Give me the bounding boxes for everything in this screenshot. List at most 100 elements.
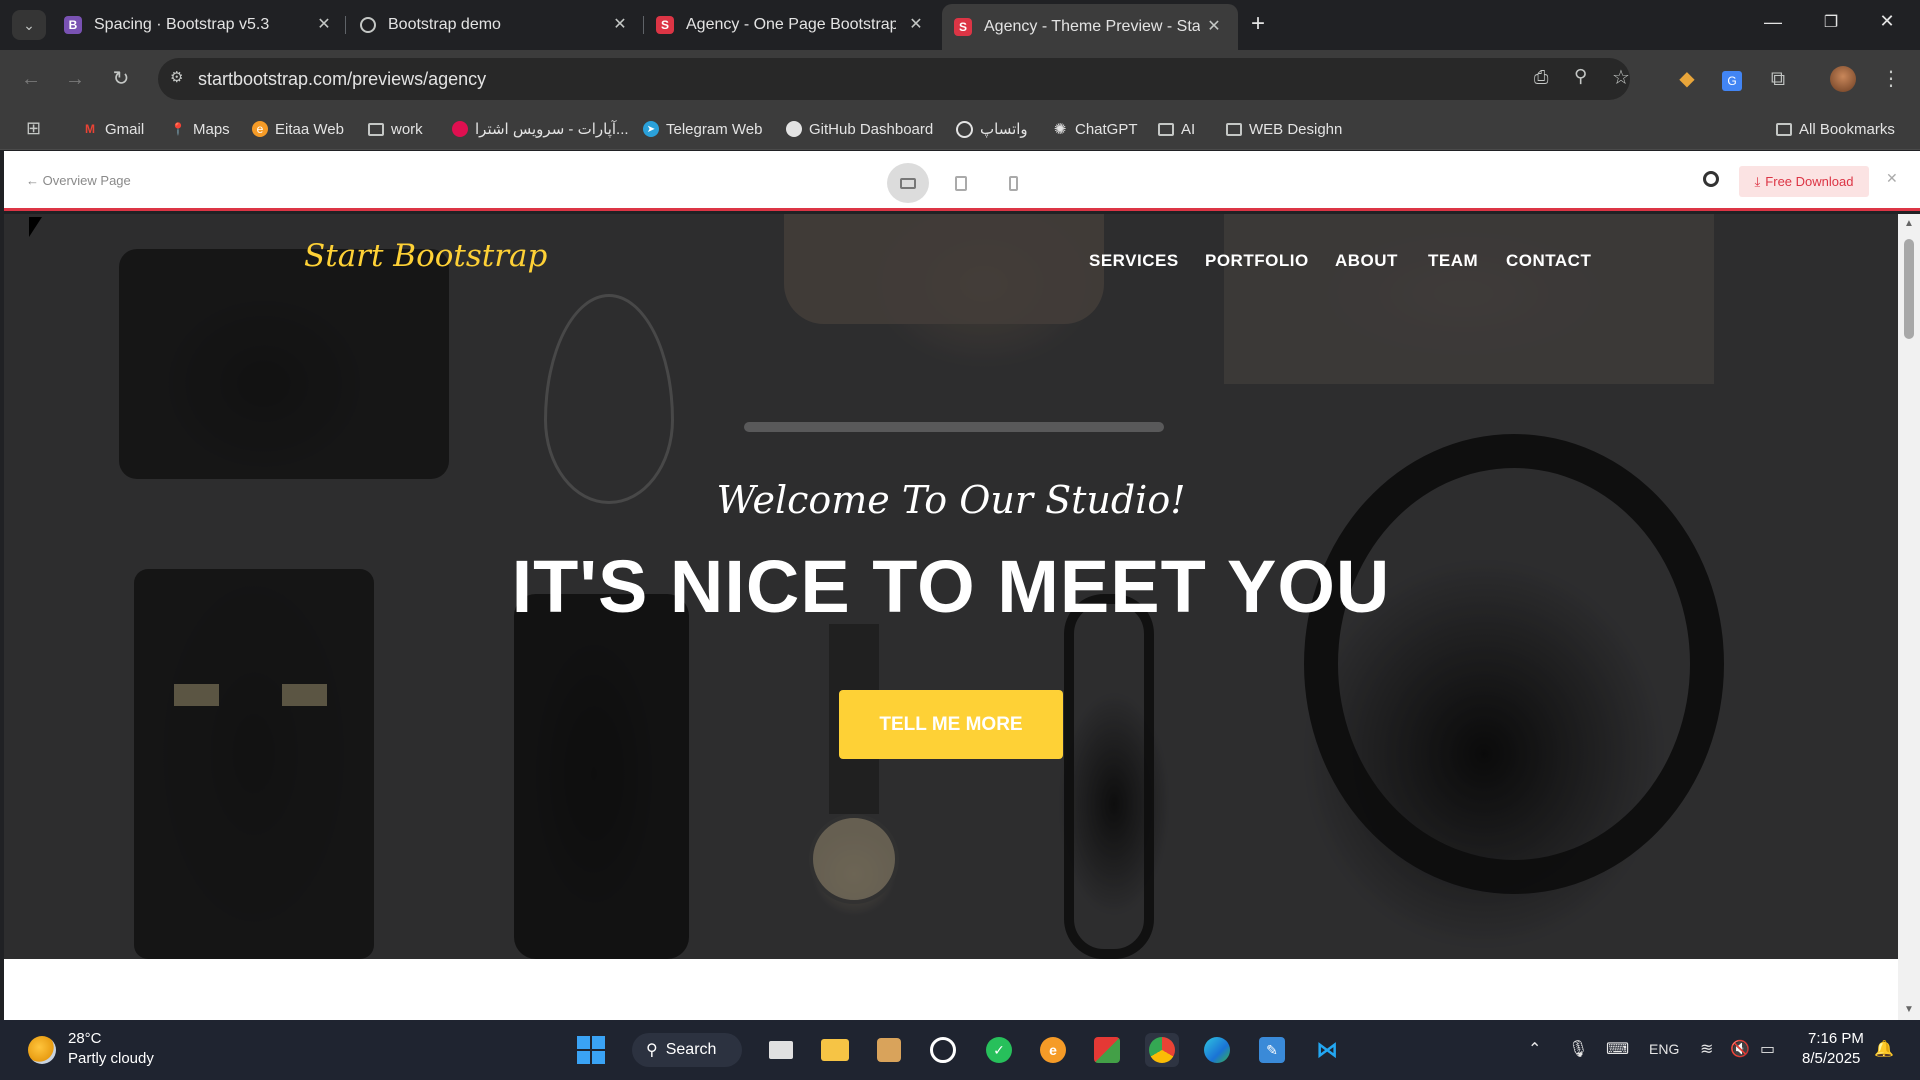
- tab-bootstrap-demo[interactable]: Bootstrap demo ✕: [360, 8, 630, 42]
- close-icon[interactable]: ✕: [906, 15, 926, 35]
- startbootstrap-icon: S: [656, 16, 674, 34]
- nav-services[interactable]: SERVICES: [1089, 251, 1179, 271]
- close-icon[interactable]: ✕: [314, 15, 334, 35]
- profile-avatar[interactable]: [1830, 66, 1856, 92]
- taskbar-search[interactable]: ⚲ Search: [632, 1033, 742, 1067]
- new-tab-button[interactable]: +: [1243, 10, 1273, 40]
- bookmark-telegram[interactable]: ➤ Telegram Web: [643, 117, 762, 141]
- translate-extension-icon[interactable]: G: [1717, 64, 1747, 94]
- address-bar[interactable]: ⚙ startbootstrap.com/previews/agency ⎙ ⚲…: [158, 58, 1630, 100]
- folder-icon: [1776, 122, 1792, 136]
- close-icon[interactable]: ✕: [1204, 17, 1224, 37]
- all-bookmarks[interactable]: All Bookmarks: [1776, 117, 1895, 141]
- overview-page-link[interactable]: ← Overview Page: [26, 173, 131, 188]
- bookmark-gmail[interactable]: M Gmail: [82, 117, 144, 141]
- keyboard-icon[interactable]: ⌨: [1606, 1039, 1629, 1059]
- windows-icon: [577, 1036, 605, 1064]
- weather-desc: Partly cloudy: [68, 1050, 154, 1067]
- hero-section: Start Bootstrap SERVICES PORTFOLIO ABOUT…: [4, 214, 1898, 959]
- nav-contact[interactable]: CONTACT: [1506, 251, 1591, 271]
- chrome-icon[interactable]: [1145, 1033, 1179, 1067]
- install-icon[interactable]: ⎙: [1534, 67, 1548, 88]
- bookmark-eitaa[interactable]: e Eitaa Web: [252, 117, 344, 141]
- bookmark-label: AI: [1181, 120, 1196, 138]
- desktop-icon: [900, 177, 916, 189]
- bookmark-web-design[interactable]: WEB Desighn: [1226, 117, 1342, 141]
- url-text: startbootstrap.com/previews/agency: [198, 69, 487, 89]
- forward-button[interactable]: →: [60, 64, 90, 94]
- bookmark-label: آپارات - سرویس اشترا...: [475, 121, 629, 138]
- extensions-icon[interactable]: ⧉: [1763, 64, 1793, 94]
- microphone-icon[interactable]: 🎙: [1568, 1039, 1588, 1059]
- weather-widget[interactable]: 28°C Partly cloudy: [28, 1030, 188, 1072]
- back-button[interactable]: ←: [16, 64, 46, 94]
- bookmark-label: ChatGPT: [1075, 120, 1138, 138]
- scroll-up-arrow[interactable]: ▲: [1904, 218, 1914, 229]
- tab-title: Agency - One Page Bootstrap T: [686, 16, 896, 33]
- close-preview-icon[interactable]: ✕: [1886, 170, 1898, 187]
- apps-grid-icon[interactable]: ⊞: [26, 118, 41, 139]
- app-icon[interactable]: [872, 1033, 906, 1067]
- clock-time[interactable]: 7:16 PM: [1808, 1030, 1864, 1047]
- bookmark-whatsapp[interactable]: واتساپ: [956, 117, 1028, 141]
- bookmark-chatgpt[interactable]: ✺ ChatGPT: [1052, 117, 1138, 141]
- tablet-view-button[interactable]: [940, 163, 982, 203]
- media-app-icon[interactable]: [1090, 1033, 1124, 1067]
- close-window-button[interactable]: ✕: [1872, 11, 1902, 35]
- language-indicator[interactable]: ENG: [1649, 1041, 1679, 1057]
- bookmark-star-icon[interactable]: ☆: [1612, 65, 1630, 90]
- scroll-down-arrow[interactable]: ▼: [1904, 1004, 1914, 1015]
- desktop-view-button[interactable]: [887, 163, 929, 203]
- nav-about[interactable]: ABOUT: [1335, 251, 1398, 271]
- bookmark-aparat[interactable]: آپارات - سرویس اشترا...: [452, 117, 629, 141]
- start-button[interactable]: [574, 1033, 608, 1067]
- close-icon[interactable]: ✕: [610, 15, 630, 35]
- tab-agency-theme-preview[interactable]: S Agency - Theme Preview - Star ✕: [942, 4, 1238, 50]
- github-icon[interactable]: [1703, 171, 1719, 187]
- vscode-icon[interactable]: ⋈: [1310, 1033, 1344, 1067]
- edge-icon[interactable]: [1200, 1033, 1234, 1067]
- partly-cloudy-icon: [28, 1036, 56, 1064]
- pen-app-icon[interactable]: ✎: [1255, 1033, 1289, 1067]
- battery-icon[interactable]: ▭: [1760, 1039, 1775, 1059]
- chevron-up-icon[interactable]: ⌃: [1528, 1039, 1541, 1059]
- file-explorer-icon[interactable]: [818, 1033, 852, 1067]
- page-scrollbar[interactable]: ▲ ▼: [1898, 214, 1920, 1020]
- zoom-icon[interactable]: ⚲: [1574, 66, 1587, 87]
- page-content-below-hero: [4, 959, 1898, 1020]
- notification-bell-icon[interactable]: 🔔: [1874, 1039, 1894, 1059]
- volume-muted-icon[interactable]: 🔇: [1730, 1039, 1750, 1059]
- nav-portfolio[interactable]: PORTFOLIO: [1205, 251, 1309, 271]
- tab-agency-one-page[interactable]: S Agency - One Page Bootstrap T ✕: [656, 8, 926, 42]
- bookmark-label: واتساپ: [980, 121, 1028, 138]
- tab-title: Spacing · Bootstrap v5.3: [94, 16, 270, 33]
- minimize-button[interactable]: —: [1758, 12, 1788, 36]
- mobile-view-button[interactable]: [992, 163, 1034, 203]
- tell-me-more-button[interactable]: TELL ME MORE: [839, 690, 1063, 759]
- bookmark-maps[interactable]: 📍 Maps: [170, 117, 230, 141]
- checkmark-app-icon[interactable]: ✓: [982, 1033, 1016, 1067]
- nav-team[interactable]: TEAM: [1428, 251, 1478, 271]
- menu-icon[interactable]: ⋮: [1876, 64, 1906, 94]
- whatsapp-icon[interactable]: [926, 1033, 960, 1067]
- restore-button[interactable]: ❐: [1816, 12, 1846, 36]
- eitaa-icon[interactable]: e: [1036, 1033, 1070, 1067]
- all-bookmarks-label: All Bookmarks: [1799, 120, 1895, 138]
- globe-icon: [360, 17, 376, 33]
- tab-search-button[interactable]: ⌄: [12, 10, 46, 40]
- site-info-icon[interactable]: ⚙: [170, 68, 183, 86]
- tab-spacing[interactable]: B Spacing · Bootstrap v5.3 ✕: [64, 8, 334, 42]
- scrollbar-thumb[interactable]: [1904, 239, 1914, 339]
- bookmark-github[interactable]: GitHub Dashboard: [786, 117, 933, 141]
- reload-button[interactable]: ↻: [106, 64, 136, 94]
- colorful-extension-icon[interactable]: ◆: [1672, 64, 1702, 94]
- wifi-icon[interactable]: ≋: [1700, 1039, 1713, 1059]
- whatsapp-icon: [956, 120, 973, 138]
- clock-date[interactable]: 8/5/2025: [1802, 1050, 1860, 1067]
- bookmark-label: GitHub Dashboard: [809, 120, 934, 138]
- brand-logo[interactable]: Start Bootstrap: [304, 238, 547, 274]
- bookmark-ai[interactable]: AI: [1158, 117, 1195, 141]
- free-download-button[interactable]: ⤓ Free Download: [1739, 166, 1869, 197]
- task-view-icon[interactable]: [764, 1033, 798, 1067]
- bookmark-work[interactable]: work: [368, 117, 423, 141]
